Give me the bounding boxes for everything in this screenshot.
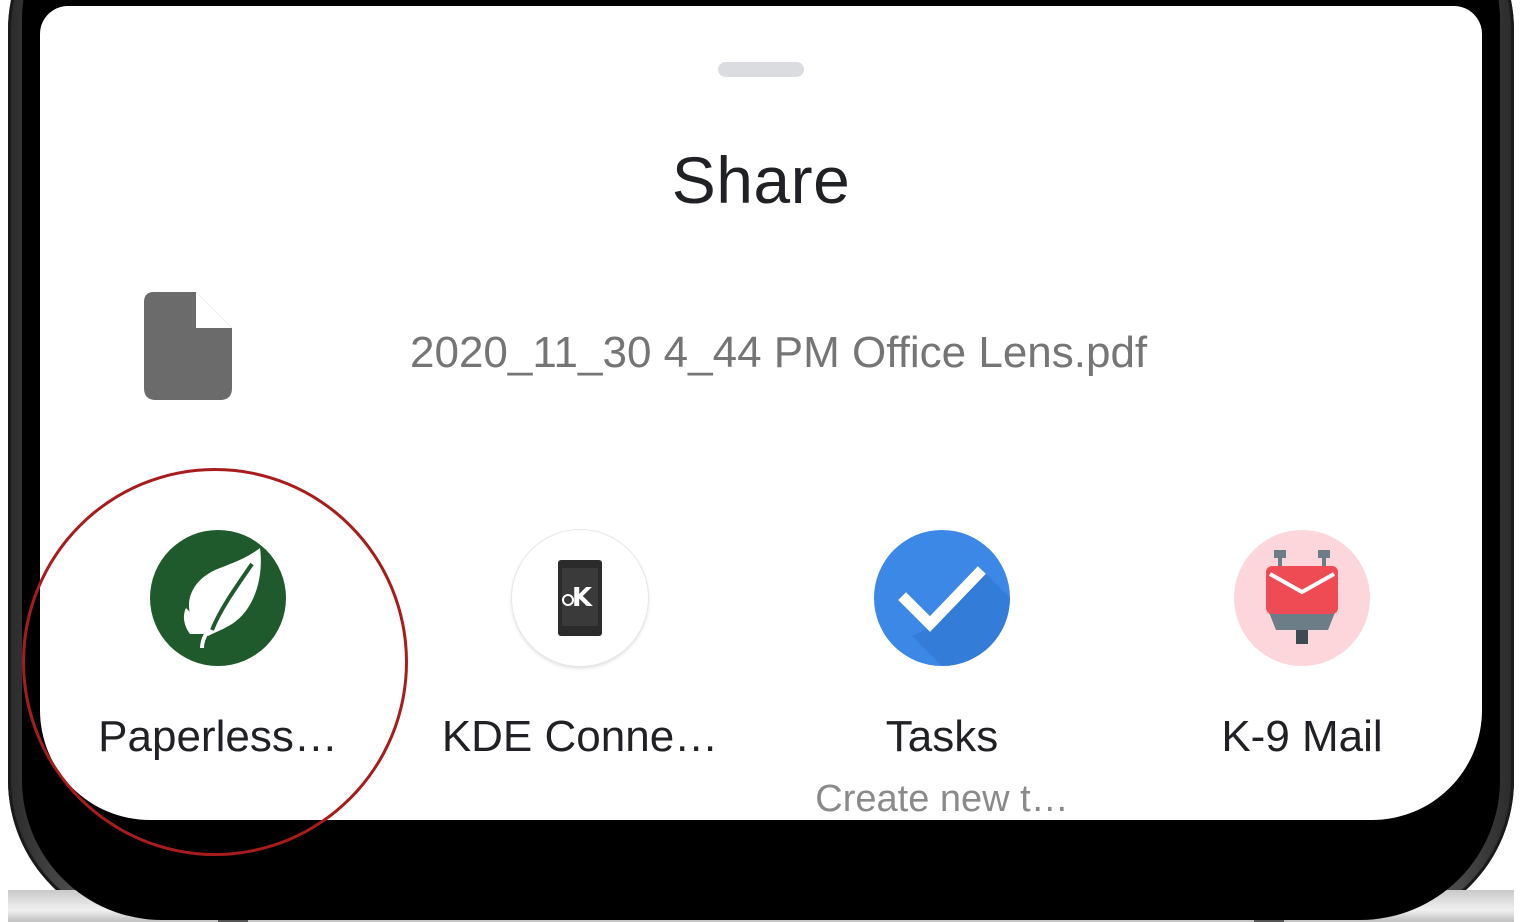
share-targets-row: Paperless… K KDE Conne… Tasks Create new… [40,526,1482,820]
paperless-leaf-icon [150,530,286,666]
svg-text:K: K [572,583,593,613]
tasks-check-icon [874,530,1010,666]
drag-handle[interactable] [718,62,804,77]
share-target-label: Paperless… [98,712,338,761]
share-sheet: Share 2020_11_30 4_44 PM Office Lens.pdf… [40,6,1482,820]
share-target-label: Tasks [885,712,999,761]
share-target-label: K-9 Mail [1221,712,1383,761]
file-name: 2020_11_30 4_44 PM Office Lens.pdf [410,328,1148,377]
share-target-sublabel: Create new t… [815,778,1069,820]
k9-mail-icon [1234,530,1370,666]
share-target-label: KDE Conne… [441,712,719,761]
file-icon [144,292,232,400]
share-title: Share [671,143,851,217]
shared-file-row: 2020_11_30 4_44 PM Office Lens.pdf [144,292,1444,408]
kde-connect-icon: K [512,530,648,666]
